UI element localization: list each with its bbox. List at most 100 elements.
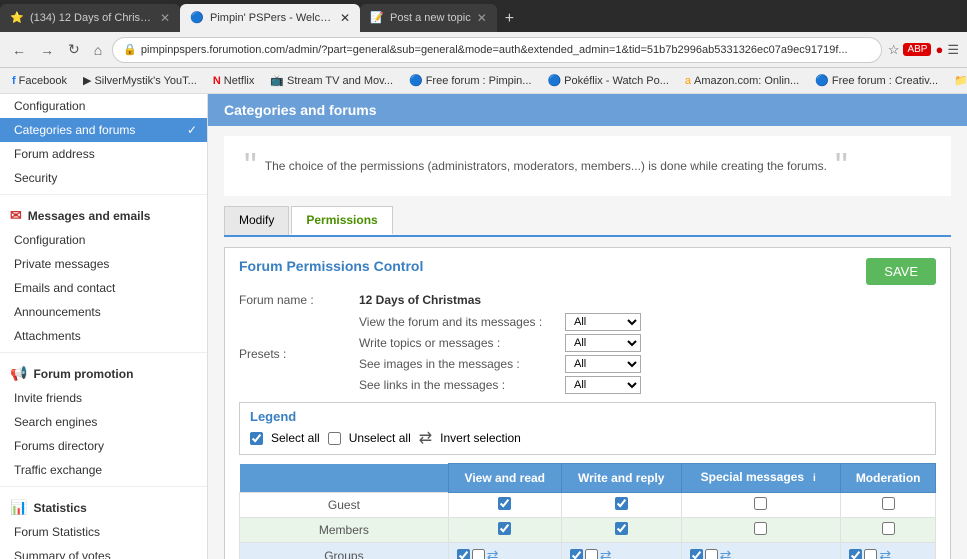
menu-button[interactable]: ☰ xyxy=(947,42,959,58)
guest-special-checkbox[interactable] xyxy=(754,497,767,510)
sidebar-item-summary-votes[interactable]: Summary of votes xyxy=(0,544,207,559)
select-all-checkbox[interactable] xyxy=(250,432,263,445)
bookmarks-bar: f Facebook ▶ SilverMystik's YouT... N Ne… xyxy=(0,68,967,94)
bookmark-netflix[interactable]: N Netflix xyxy=(209,74,259,88)
address-bar[interactable]: 🔒 pimpinpspers.forumotion.com/admin/?par… xyxy=(112,37,882,63)
preset-images-select[interactable]: AllMembersAdmins xyxy=(565,355,641,373)
bookmark-pokeflix-label: Pokéflix - Watch Po... xyxy=(564,75,669,87)
sidebar-item-categories-forums[interactable]: Categories and forums ✓ xyxy=(0,118,207,142)
tab-bar: ⭐ (134) 12 Days of Christmas ✕ 🔵 Pimpin'… xyxy=(0,0,967,32)
groups-write-check2[interactable] xyxy=(585,549,598,559)
sidebar-item-traffic-exchange[interactable]: Traffic exchange xyxy=(0,458,207,482)
tab-2-close[interactable]: ✕ xyxy=(340,11,350,25)
preset-links-select[interactable]: AllMembersAdmins xyxy=(565,376,641,394)
tab-2[interactable]: 🔵 Pimpin' PSPers - Welcome to yo... ✕ xyxy=(180,4,360,32)
members-label: Members xyxy=(240,518,449,543)
sidebar-item-emails-contact[interactable]: Emails and contact xyxy=(0,276,207,300)
sidebar-item-invite-friends[interactable]: Invite friends xyxy=(0,386,207,410)
quote-mark-right-icon: " xyxy=(835,148,848,184)
groups-label: Groups xyxy=(240,543,449,559)
groups-special-check2[interactable] xyxy=(705,549,718,559)
forward-button[interactable]: → xyxy=(36,40,58,60)
page-header: Categories and forums xyxy=(208,94,967,126)
sidebar-config-messages-label: Configuration xyxy=(14,233,85,247)
amazon-favicon: a xyxy=(685,75,691,87)
bookmark-amazon[interactable]: a Amazon.com: Onlin... xyxy=(681,74,803,88)
groups-view-transfer-icon[interactable]: ⇄ xyxy=(487,547,499,559)
permissions-box: SAVE Forum Permissions Control Forum nam… xyxy=(224,247,951,559)
sidebar-section-promotion: 📢 Forum promotion xyxy=(0,357,207,386)
sidebar-item-attachments[interactable]: Attachments xyxy=(0,324,207,348)
active-checkmark-icon: ✓ xyxy=(187,123,197,137)
members-view-checkbox[interactable] xyxy=(498,522,511,535)
groups-special-cell: ⇄ xyxy=(681,543,841,559)
guest-moderation-cell xyxy=(841,493,936,518)
main-content: Categories and forums " The choice of th… xyxy=(208,94,967,559)
bookmark-stream[interactable]: 📺 Stream TV and Mov... xyxy=(266,73,397,88)
refresh-button[interactable]: ↻ xyxy=(64,39,84,60)
bookmark-facebook[interactable]: f Facebook xyxy=(8,74,71,88)
tab-modify[interactable]: Modify xyxy=(224,206,289,235)
sidebar-section-messages-title: Messages and emails xyxy=(28,209,151,223)
ext-button-2[interactable]: ● xyxy=(935,42,943,57)
groups-moderation-controls: ⇄ xyxy=(849,547,927,559)
bookmark-creative[interactable]: 🔵 Free forum : Creativ... xyxy=(811,73,942,88)
save-button[interactable]: SAVE xyxy=(866,258,936,285)
groups-special-controls: ⇄ xyxy=(690,547,833,559)
sidebar-item-forum-address[interactable]: Forum address xyxy=(0,142,207,166)
groups-special-transfer-icon[interactable]: ⇄ xyxy=(720,547,732,559)
sidebar-item-security[interactable]: Security xyxy=(0,166,207,190)
tab-permissions[interactable]: Permissions xyxy=(291,206,392,235)
messages-icon: ✉ xyxy=(10,207,22,224)
groups-special-check1[interactable] xyxy=(690,549,703,559)
members-write-checkbox[interactable] xyxy=(615,522,628,535)
home-button[interactable]: ⌂ xyxy=(90,40,106,60)
quote-block: " The choice of the permissions (adminis… xyxy=(224,136,951,196)
sidebar-section-statistics-title: Statistics xyxy=(33,501,86,515)
groups-write-transfer-icon[interactable]: ⇄ xyxy=(600,547,612,559)
sidebar-item-announcements[interactable]: Announcements xyxy=(0,300,207,324)
groups-write-check1[interactable] xyxy=(570,549,583,559)
tab-1[interactable]: ⭐ (134) 12 Days of Christmas ✕ xyxy=(0,4,180,32)
preset-write-select[interactable]: AllMembersAdmins xyxy=(565,334,641,352)
guest-write-checkbox[interactable] xyxy=(615,497,628,510)
bookmark-pokeflix[interactable]: 🔵 Pokéflix - Watch Po... xyxy=(543,73,672,88)
bookmark-silvermystik[interactable]: ▶ SilverMystik's YouT... xyxy=(79,73,201,88)
guest-view-checkbox[interactable] xyxy=(498,497,511,510)
lock-icon: 🔒 xyxy=(123,43,137,56)
groups-mod-check2[interactable] xyxy=(864,549,877,559)
tab-3-close[interactable]: ✕ xyxy=(477,11,487,25)
sidebar-emails-contact-label: Emails and contact xyxy=(14,281,115,295)
tab-3[interactable]: 📝 Post a new topic ✕ xyxy=(360,4,497,32)
preset-view-select[interactable]: AllMembersAdmins xyxy=(565,313,641,331)
bookmark-other[interactable]: 📁 Other bookmarks xyxy=(950,73,967,88)
groups-view-check1[interactable] xyxy=(457,549,470,559)
bookmark-freeforum[interactable]: 🔵 Free forum : Pimpin... xyxy=(405,73,535,88)
abp-button[interactable]: ABP xyxy=(903,43,931,56)
tab-1-close[interactable]: ✕ xyxy=(160,11,170,25)
special-info-icon[interactable]: i xyxy=(807,472,821,486)
sidebar-search-engines-label: Search engines xyxy=(14,415,97,429)
sidebar-section-statistics: 📊 Statistics xyxy=(0,491,207,520)
groups-mod-transfer-icon[interactable]: ⇄ xyxy=(879,547,891,559)
bookmark-star[interactable]: ☆ xyxy=(888,42,900,58)
tab-2-title: Pimpin' PSPers - Welcome to yo... xyxy=(210,12,334,24)
sidebar-item-config-messages[interactable]: Configuration xyxy=(0,228,207,252)
sidebar-item-configuration[interactable]: Configuration xyxy=(0,94,207,118)
sidebar-item-forums-directory[interactable]: Forums directory xyxy=(0,434,207,458)
sidebar-categories-label: Categories and forums xyxy=(14,123,135,137)
members-moderation-checkbox[interactable] xyxy=(882,522,895,535)
new-tab-button[interactable]: + xyxy=(497,6,522,32)
guest-moderation-checkbox[interactable] xyxy=(882,497,895,510)
sidebar-private-messages-label: Private messages xyxy=(14,257,109,271)
members-special-checkbox[interactable] xyxy=(754,522,767,535)
unselect-all-checkbox[interactable] xyxy=(328,432,341,445)
sidebar-item-private-messages[interactable]: Private messages xyxy=(0,252,207,276)
groups-mod-check1[interactable] xyxy=(849,549,862,559)
back-button[interactable]: ← xyxy=(8,40,30,60)
groups-view-check2[interactable] xyxy=(472,549,485,559)
guest-label: Guest xyxy=(240,493,449,518)
sidebar-item-search-engines[interactable]: Search engines xyxy=(0,410,207,434)
sidebar-item-forum-statistics[interactable]: Forum Statistics xyxy=(0,520,207,544)
tab-2-favicon: 🔵 xyxy=(190,11,204,25)
